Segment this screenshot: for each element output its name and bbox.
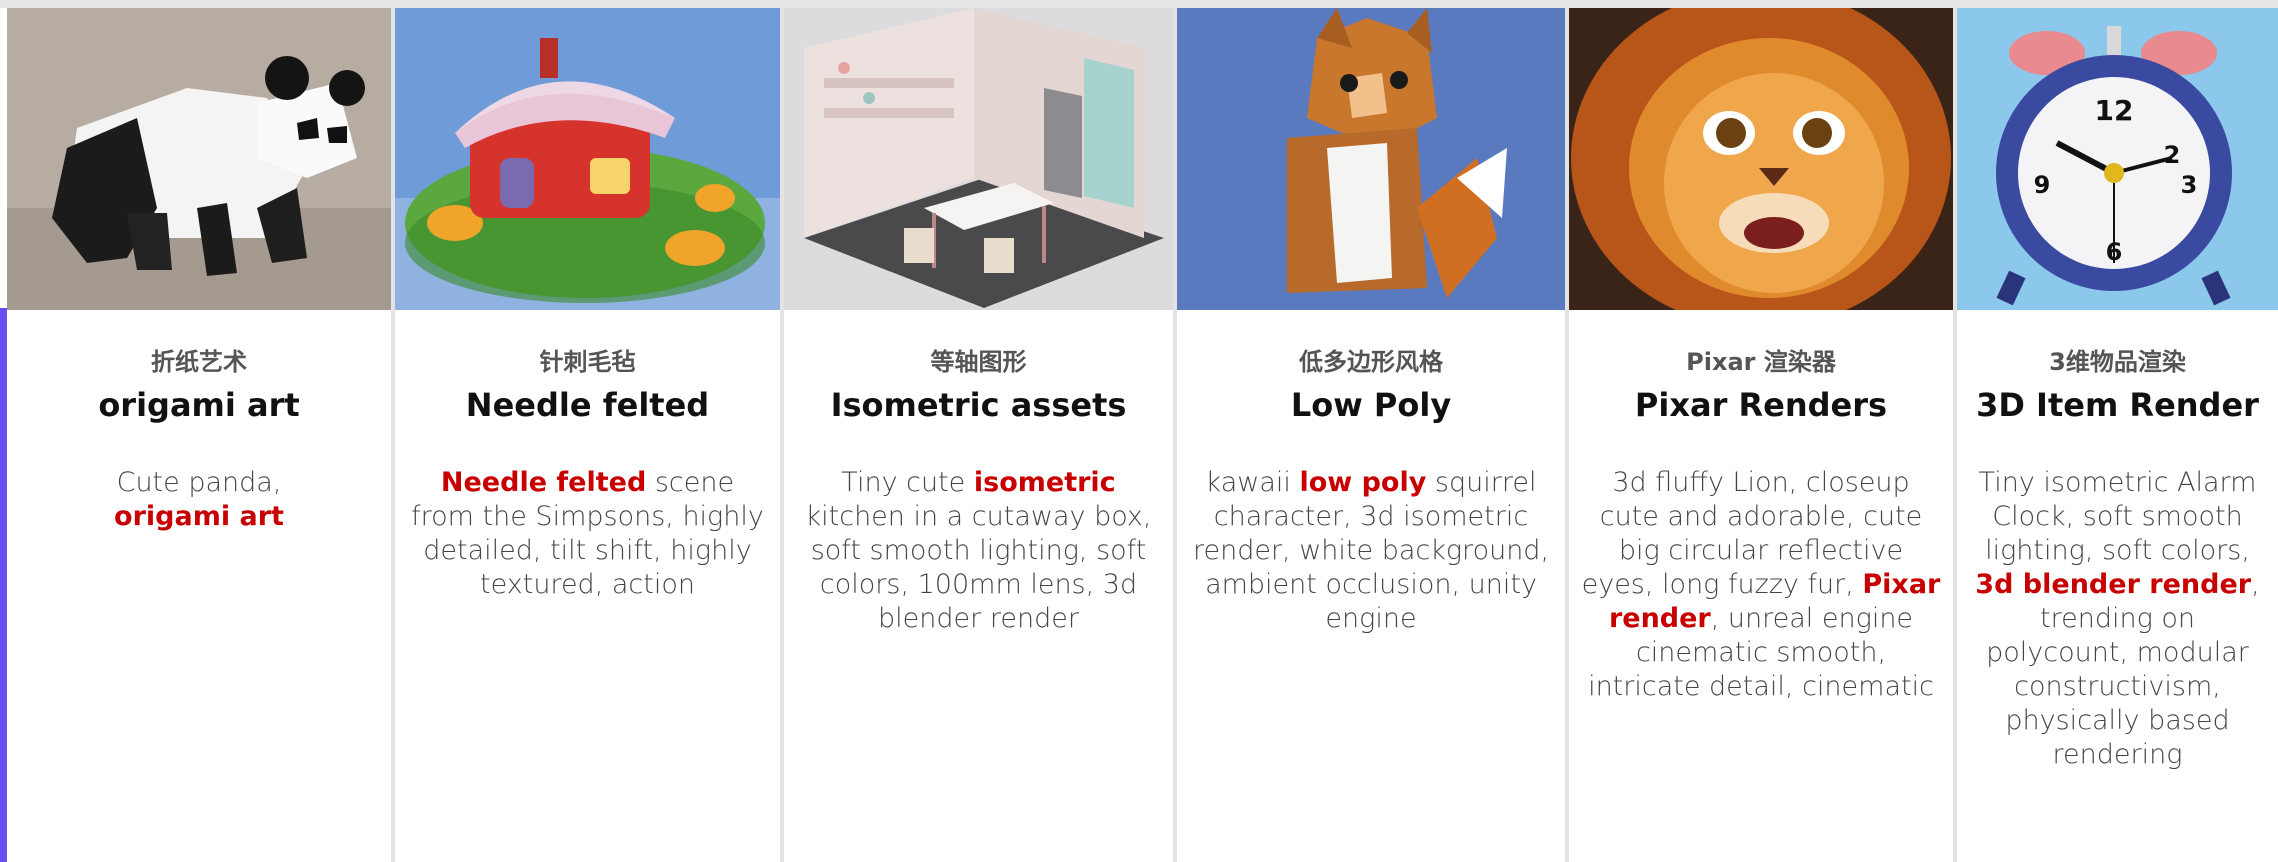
style-gallery: 折纸艺术 origami art Cute panda, origami art (7, 8, 2278, 862)
style-name: Low Poly (1290, 386, 1452, 424)
style-card-origami[interactable]: 折纸艺术 origami art Cute panda, origami art (7, 8, 391, 862)
style-prompt: 3d fluffy Lion, closeup cute and adorabl… (1581, 466, 1941, 704)
style-card-needle-felted[interactable]: 针刺毛毡 Needle felted Needle felted scene f… (395, 8, 780, 862)
style-card-3d-item[interactable]: 12 2 3 6 9 3维物品渲染 3D Item Render Tiny is… (1957, 8, 2278, 862)
svg-text:9: 9 (2034, 171, 2051, 199)
prompt-keyword: origami art (114, 501, 284, 532)
isometric-kitchen-image (784, 8, 1173, 310)
svg-text:2: 2 (2164, 141, 2181, 169)
svg-text:3: 3 (2181, 171, 2198, 199)
style-prompt: Cute panda, origami art (19, 466, 379, 534)
prompt-text: kitchen in a cutaway box, soft smooth li… (805, 501, 1152, 634)
style-card-pixar[interactable]: Pixar 渲染器 Pixar Renders 3d fluffy Lion, … (1569, 8, 1953, 862)
origami-panda-image (7, 8, 391, 310)
style-name: origami art (98, 386, 300, 424)
style-name: Needle felted (465, 386, 710, 424)
style-name: Pixar Renders (1634, 386, 1888, 424)
style-prompt: Needle felted scene from the Simpsons, h… (407, 466, 768, 602)
felted-house-image (395, 8, 780, 310)
style-name-chinese: 3维物品渲染 (2049, 348, 2186, 376)
prompt-text: Tiny isometric Alarm Clock, soft smooth … (1978, 467, 2257, 566)
top-rule (0, 0, 2278, 8)
prompt-text: Tiny cute (841, 467, 974, 498)
prompt-keyword: isometric (973, 467, 1116, 498)
style-name-chinese: Pixar 渲染器 (1686, 348, 1836, 376)
style-card-low-poly[interactable]: 低多边形风格 Low Poly kawaii low poly squirrel… (1177, 8, 1565, 862)
style-name-chinese: 针刺毛毡 (539, 348, 636, 376)
style-prompt: Tiny isometric Alarm Clock, soft smooth … (1969, 466, 2266, 772)
prompt-text: Cute panda, (116, 467, 282, 498)
prompt-text: kawaii (1205, 467, 1300, 498)
style-name: 3D Item Render (1976, 386, 2259, 424)
pixar-lion-image (1569, 8, 1953, 310)
svg-text:12: 12 (2095, 94, 2134, 127)
style-name-chinese: 等轴图形 (930, 348, 1027, 376)
prompt-keyword: 3d blender render (1975, 569, 2252, 600)
prompt-keyword: low poly (1299, 467, 1427, 498)
style-prompt: Tiny cute isometric kitchen in a cutaway… (796, 466, 1161, 636)
left-accent-bar (0, 308, 7, 862)
low-poly-squirrel-image (1177, 8, 1565, 310)
prompt-keyword: Needle felted (440, 467, 647, 498)
style-name-chinese: 低多边形风格 (1299, 348, 1443, 376)
alarm-clock-image: 12 2 3 6 9 (1957, 8, 2278, 310)
style-name-chinese: 折纸艺术 (151, 348, 247, 376)
style-card-isometric[interactable]: 等轴图形 Isometric assets Tiny cute isometri… (784, 8, 1173, 862)
style-name: Isometric assets (830, 386, 1127, 424)
style-prompt: kawaii low poly squirrel character, 3d i… (1189, 466, 1553, 636)
